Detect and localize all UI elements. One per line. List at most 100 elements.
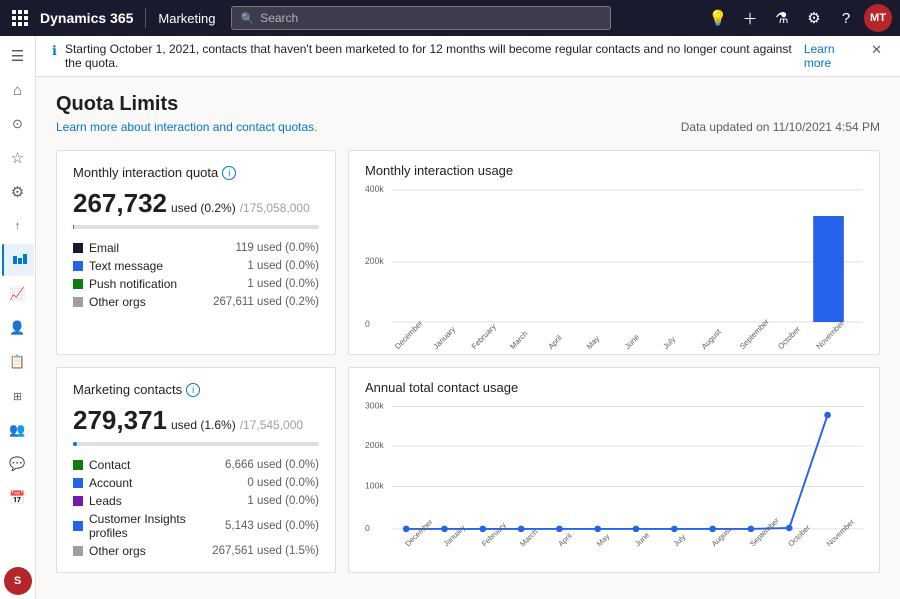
monthly-chart-area: 400k 200k 0 [365, 182, 863, 342]
svg-text:June: June [633, 530, 651, 548]
text-color [73, 261, 83, 271]
svg-text:February: February [480, 521, 508, 549]
svg-text:March: March [508, 329, 529, 351]
add-button[interactable]: ＋ [736, 4, 764, 32]
search-box[interactable]: 🔍 Search [231, 6, 611, 30]
contact-color [73, 460, 83, 470]
quota-learn-more-link[interactable]: Learn more about interaction and contact… [56, 120, 318, 134]
marketing-contacts-info-icon[interactable]: i [186, 383, 200, 397]
ci-color [73, 521, 83, 531]
marketing-contacts-total: /17,545,000 [240, 418, 303, 432]
banner-text: Starting October 1, 2021, contacts that … [65, 42, 796, 70]
info-icon: ℹ [52, 43, 57, 59]
svg-text:100k: 100k [365, 480, 384, 490]
svg-text:200k: 200k [365, 256, 384, 266]
sidebar-item-menu[interactable]: ☰ [2, 40, 34, 72]
sidebar-item-analytics[interactable]: 📈 [2, 278, 34, 310]
monthly-quota-label: Monthly interaction quota i [73, 165, 319, 180]
bottom-cards-row: Marketing contacts i 279,371 used (1.6%)… [56, 367, 880, 573]
svg-text:July: July [671, 532, 687, 548]
svg-text:200k: 200k [365, 440, 384, 450]
svg-text:November: November [815, 318, 846, 351]
monthly-quota-info-icon[interactable]: i [222, 166, 236, 180]
monthly-quota-used-number: 267,732 [73, 188, 167, 219]
sidebar-item-home[interactable]: ⌂ [2, 74, 34, 106]
annual-chart-card: Annual total contact usage 300k 200k 100… [348, 367, 880, 573]
user-avatar[interactable]: MT [864, 4, 892, 32]
marketing-contacts-label: Marketing contacts i [73, 382, 319, 397]
sidebar-bottom-avatar[interactable]: S [4, 567, 32, 595]
filter-button[interactable]: ⚗ [768, 4, 796, 32]
contacts-item-ci-profiles: Customer Insights profiles 5,143 used (0… [73, 512, 319, 540]
contacts-item-account: Account 0 used (0.0%) [73, 476, 319, 490]
main-layout: ☰ ⌂ ⊙ ☆ ⚙ ↑ 📈 👤 📋 ⊞ 👥 💬 📅 S ℹ Starting O… [0, 36, 900, 599]
app-title: Dynamics 365 [40, 10, 133, 26]
svg-text:300k: 300k [365, 400, 384, 410]
search-placeholder: Search [260, 11, 298, 25]
sidebar-item-contacts[interactable]: 👤 [2, 312, 34, 344]
push-color [73, 279, 83, 289]
data-updated-label: Data updated on 11/10/2021 4:54 PM [681, 120, 880, 134]
svg-text:0: 0 [365, 319, 370, 329]
banner-learn-more-link[interactable]: Learn more [804, 42, 861, 70]
monthly-quota-total: /175,058,000 [240, 201, 310, 215]
top-cards-row: Monthly interaction quota i 267,732 used… [56, 150, 880, 355]
sidebar-item-messages[interactable]: 💬 [2, 448, 34, 480]
sidebar-item-segments[interactable]: ⊞ [2, 380, 34, 412]
topnav-actions: 💡 ＋ ⚗ ⚙ ? MT [704, 4, 892, 32]
annual-line [406, 415, 827, 529]
dot-jul [671, 526, 678, 533]
account-color [73, 478, 83, 488]
dot-mar [518, 526, 525, 533]
quota-item-push: Push notification 1 used (0.0%) [73, 277, 319, 291]
banner-close-button[interactable]: ✕ [869, 42, 884, 58]
help-search-button[interactable]: 💡 [704, 4, 732, 32]
sidebar-item-settings[interactable]: ⚙ [2, 176, 34, 208]
sidebar-item-pinned[interactable]: ☆ [2, 142, 34, 174]
nav-divider [145, 8, 146, 28]
dot-apr [556, 526, 563, 533]
contacts-item-contact: Contact 6,666 used (0.0%) [73, 458, 319, 472]
dot-aug [709, 526, 716, 533]
contacts-item-leads: Leads 1 used (0.0%) [73, 494, 319, 508]
dot-dec [403, 526, 410, 533]
dot-jun [633, 526, 640, 533]
sidebar-item-accounts[interactable]: 👥 [2, 414, 34, 446]
info-banner: ℹ Starting October 1, 2021, contacts tha… [36, 36, 900, 77]
sidebar: ☰ ⌂ ⊙ ☆ ⚙ ↑ 📈 👤 📋 ⊞ 👥 💬 📅 S [0, 36, 36, 599]
monthly-quota-number-row: 267,732 used (0.2%) /175,058,000 [73, 188, 319, 219]
svg-text:October: October [776, 324, 802, 351]
sidebar-item-recent[interactable]: ⊙ [2, 108, 34, 140]
svg-text:June: June [623, 332, 641, 351]
monthly-chart-svg: 400k 200k 0 [365, 182, 863, 342]
svg-text:December: December [393, 318, 424, 351]
sidebar-item-quota[interactable] [2, 244, 34, 276]
marketing-contacts-items: Contact 6,666 used (0.0%) Account 0 used… [73, 458, 319, 558]
annual-chart-area: 300k 200k 100k 0 [365, 399, 863, 559]
svg-text:April: April [546, 333, 563, 351]
svg-text:August: August [700, 326, 724, 351]
marketing-contacts-number-row: 279,371 used (1.6%) /17,545,000 [73, 405, 319, 436]
sidebar-item-lists[interactable]: 📋 [2, 346, 34, 378]
monthly-quota-items: Email 119 used (0.0%) Text message 1 use… [73, 241, 319, 309]
svg-text:0: 0 [365, 523, 370, 533]
marketing-contacts-used-pct: used (1.6%) [171, 418, 236, 432]
sidebar-item-campaigns[interactable]: ↑ [2, 210, 34, 242]
page-title: Quota Limits [56, 93, 880, 116]
svg-text:May: May [595, 532, 612, 548]
dot-nov [824, 412, 831, 419]
svg-text:September: September [748, 516, 781, 549]
dot-jan [441, 526, 448, 533]
svg-text:December: December [403, 517, 435, 548]
settings-button[interactable]: ⚙ [800, 4, 828, 32]
svg-text:February: February [470, 322, 498, 351]
monthly-chart-title: Monthly interaction usage [365, 163, 863, 178]
monthly-quota-card: Monthly interaction quota i 267,732 used… [56, 150, 336, 355]
annual-chart-svg: 300k 200k 100k 0 [365, 399, 863, 559]
help-button[interactable]: ? [832, 4, 860, 32]
svg-text:January: January [432, 324, 458, 351]
sidebar-item-events[interactable]: 📅 [2, 482, 34, 514]
svg-text:April: April [556, 531, 573, 548]
svg-text:May: May [585, 334, 602, 351]
app-grid-button[interactable] [8, 6, 32, 30]
